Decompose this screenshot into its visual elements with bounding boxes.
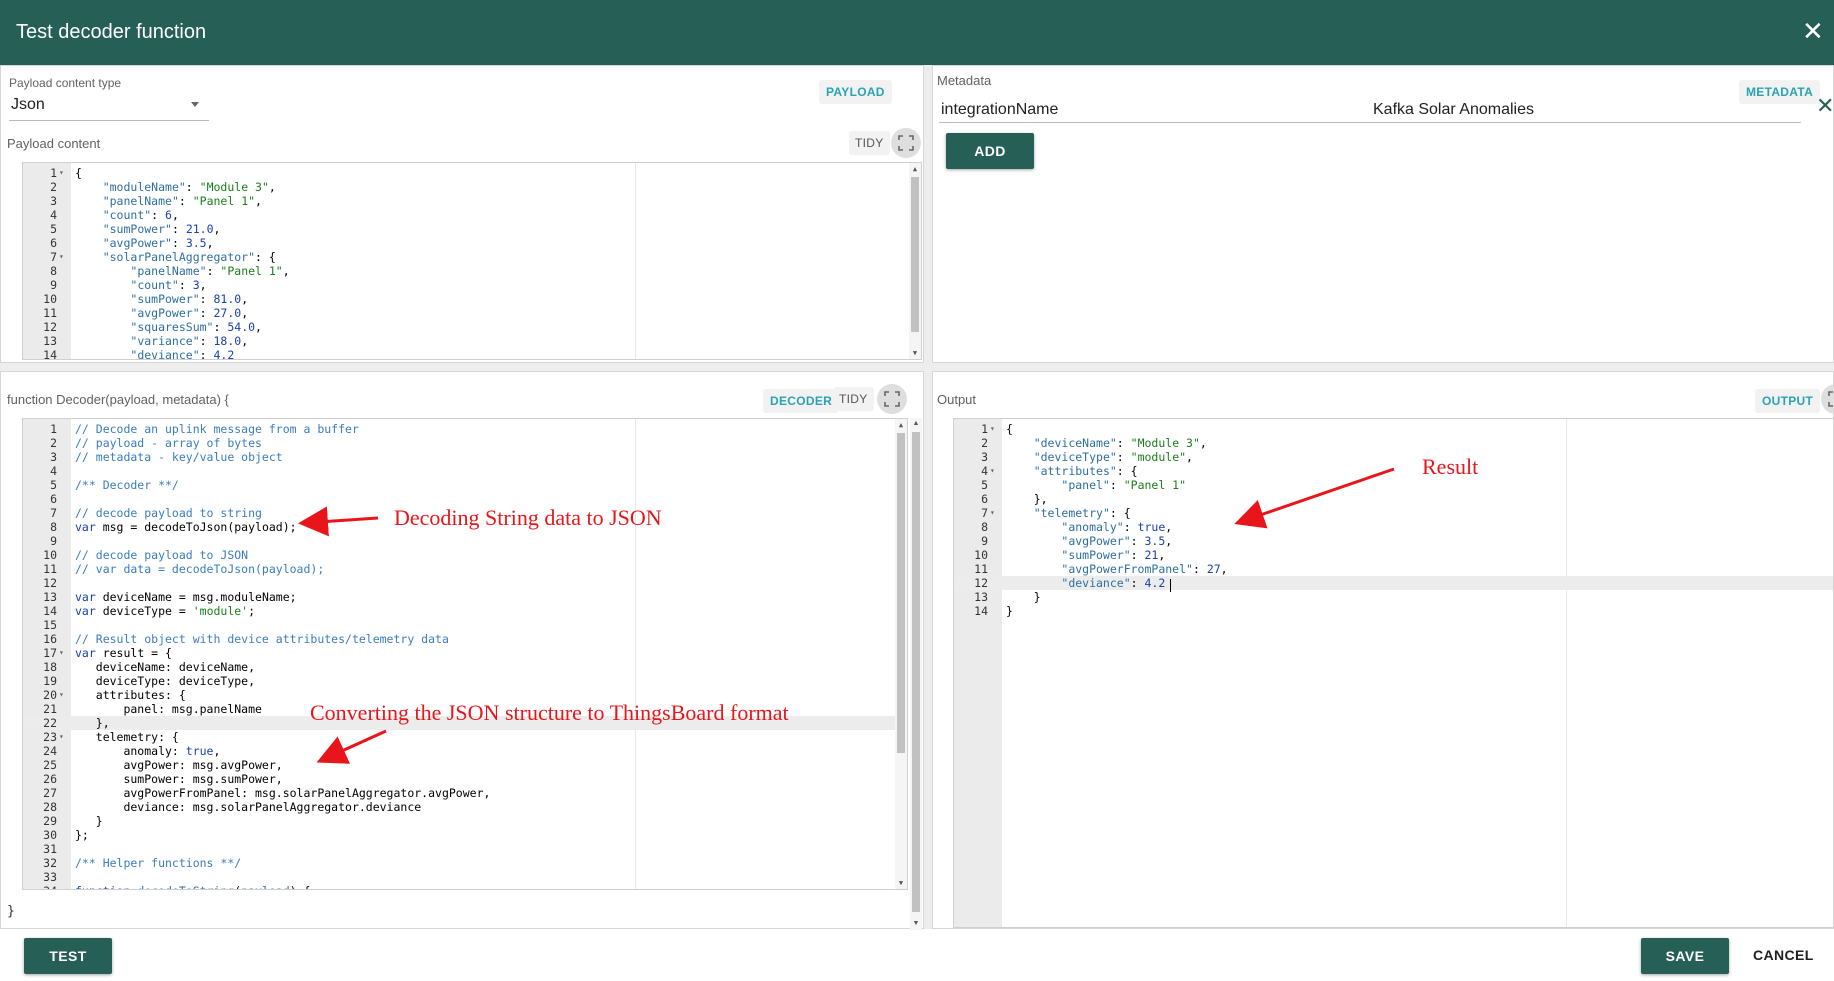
annotation-arrows: [298, 467, 1395, 764]
test-decoder-dialog: Test decoder function ✕ Payload content …: [0, 0, 1834, 981]
test-button[interactable]: TEST: [24, 938, 112, 974]
cancel-button[interactable]: CANCEL: [1753, 947, 1814, 963]
arrow-decoding: [298, 506, 379, 537]
arrow-converting: [316, 729, 387, 764]
save-button[interactable]: SAVE: [1641, 938, 1729, 974]
arrow-result: [1234, 467, 1395, 529]
